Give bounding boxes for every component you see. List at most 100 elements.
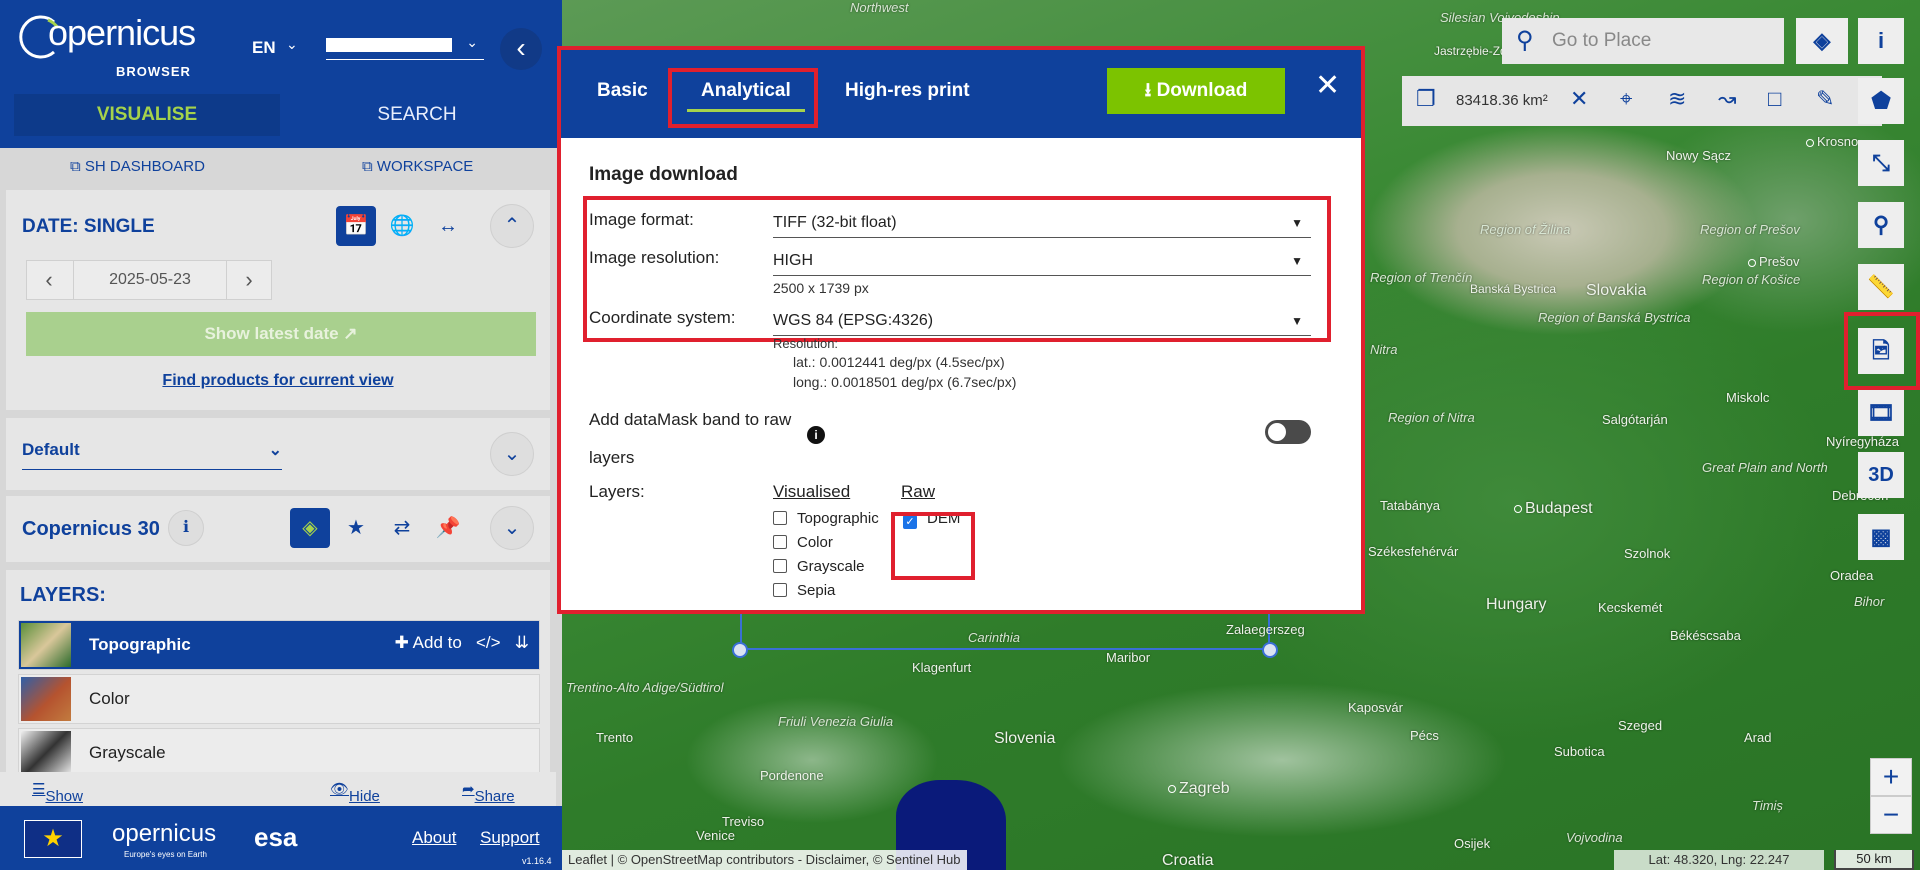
3d-view-button[interactable]: 3D — [1858, 452, 1904, 498]
collapse-panel-button[interactable]: ‹ — [500, 28, 542, 70]
date-range-icon[interactable]: ↔ — [428, 206, 468, 246]
left-sidebar: opernicus BROWSER EN ⌄ ⌄ ‹ VISUALISE SEA… — [0, 0, 562, 870]
map-label: Oradea — [1830, 568, 1874, 583]
download-button[interactable]: ⭳ Download — [1107, 68, 1285, 114]
workspace-link[interactable]: ⧉ WORKSPACE — [362, 158, 473, 175]
add-to-button[interactable]: ✚ Add to — [395, 633, 462, 652]
elevation-profile-icon[interactable]: ≋ — [1668, 86, 1686, 112]
image-format-select[interactable]: TIFF (32-bit float) ▼ — [773, 210, 1311, 238]
dropdown-arrow-icon: ▼ — [1291, 314, 1303, 328]
tab-high-res-print[interactable]: High-res print — [845, 80, 970, 102]
datamask-toggle[interactable] — [1265, 420, 1311, 444]
copernicus-footer-logo[interactable]: opernicus — [112, 820, 216, 848]
ruler-icon[interactable]: 📏 — [1858, 264, 1904, 310]
next-date-button[interactable]: › — [227, 261, 271, 299]
dashboard-links: ⧉ SH DASHBOARD ⧉ WORKSPACE — [0, 148, 562, 184]
map-label: Venice — [696, 828, 736, 843]
location-pin-icon[interactable]: ⚲ — [1858, 202, 1904, 248]
tab-basic[interactable]: Basic — [597, 80, 648, 102]
checkbox-icon — [773, 583, 787, 597]
visualised-layer-checkbox[interactable]: Color — [773, 534, 833, 551]
star-icon[interactable]: ★ — [336, 508, 376, 548]
single-date-icon[interactable]: 📅 — [336, 206, 376, 246]
find-products-link[interactable]: Find products for current view — [6, 372, 550, 390]
image-resolution-select[interactable]: HIGH ▼ — [773, 248, 1311, 276]
visualised-layer-checkbox[interactable]: Grayscale — [773, 558, 865, 575]
layer-item-topographic[interactable]: Topographic ✚ Add to </> ⇊ — [18, 620, 540, 670]
zoom-out-button[interactable]: − — [1870, 796, 1912, 834]
expand-collection-button[interactable]: ⌄ — [490, 506, 534, 550]
info-icon[interactable]: i — [807, 426, 825, 444]
show-effects-link[interactable]: ☰ Show effects and advanced options — [32, 780, 111, 870]
double-chevron-down-icon[interactable]: ⇊ — [515, 633, 529, 652]
go-to-place-search[interactable]: ⚲ Go to Place — [1502, 18, 1784, 64]
map-label: Zagreb — [1168, 780, 1230, 798]
crosshair-icon[interactable]: ⌖ — [1620, 86, 1632, 112]
compare-icon[interactable]: ⇄ — [382, 508, 422, 548]
map-label: Subotica — [1554, 744, 1605, 759]
map-label: Trento — [596, 730, 634, 745]
info-icon[interactable]: ℹ — [168, 510, 204, 546]
visualised-layer-checkbox[interactable]: Sepia — [773, 582, 835, 599]
layer-actions: ✚ Add to </> ⇊ — [395, 633, 529, 653]
coordinate-system-select[interactable]: WGS 84 (EPSG:4326) ▼ — [773, 308, 1311, 336]
map-label: Nitra — [1370, 342, 1398, 357]
previous-date-button[interactable]: ‹ — [27, 261, 71, 299]
date-mode-title: DATE: SINGLE — [22, 216, 155, 237]
share-label: Share — [474, 788, 515, 805]
long-resolution-text: long.: 0.0018501 deg/px (6.7sec/px) — [793, 374, 1017, 390]
logo-text: opernicus — [48, 12, 196, 53]
code-icon[interactable]: </> — [476, 633, 501, 652]
about-link[interactable]: About — [412, 828, 456, 848]
layers-icon[interactable]: ◈ — [290, 508, 330, 548]
show-latest-date-button[interactable]: Show latest date ↗ — [26, 312, 536, 356]
map-label: Northwest — [850, 0, 909, 15]
share-link[interactable]: ➦ Share — [462, 780, 515, 805]
selection-handle-right[interactable] — [1262, 642, 1278, 658]
rectangle-icon[interactable]: □ — [1768, 86, 1781, 112]
map-attribution[interactable]: Leaflet | © OpenStreetMap contributors -… — [562, 850, 967, 870]
collapse-date-button[interactable]: ⌃ — [490, 204, 534, 248]
map-label: Miskolc — [1726, 390, 1770, 405]
pin-icon[interactable]: 📌 — [428, 508, 468, 548]
esa-logo[interactable]: esa — [254, 822, 297, 853]
image-format-label: Image format: — [589, 210, 694, 229]
copy-icon[interactable]: ❐ — [1416, 86, 1436, 112]
eu-flag-icon: ★ — [24, 820, 82, 858]
sh-dashboard-link[interactable]: ⧉ SH DASHBOARD — [70, 158, 205, 175]
expand-theme-button[interactable]: ⌄ — [490, 432, 534, 476]
area-value: 83418.36 km² — [1456, 92, 1548, 109]
pencil-icon[interactable]: ✎ — [1816, 86, 1834, 112]
tab-search[interactable]: SEARCH — [284, 94, 550, 136]
theme-dropdown[interactable]: Default ⌄ — [22, 440, 282, 470]
layer-item-grayscale[interactable]: Grayscale — [18, 728, 540, 778]
support-link[interactable]: Support — [480, 828, 540, 848]
close-icon[interactable]: ✕ — [1315, 68, 1340, 103]
statistics-icon[interactable]: ↝ — [1718, 86, 1736, 112]
info-icon[interactable]: i — [1858, 18, 1904, 64]
zoom-in-button[interactable]: + — [1870, 758, 1912, 796]
image-download-dialog: Basic Analytical High-res print ⭳ Downlo… — [557, 46, 1365, 614]
map-label: Osijek — [1454, 836, 1491, 851]
line-measure-icon[interactable]: ⤡ — [1858, 140, 1904, 186]
layer-item-color[interactable]: Color — [18, 674, 540, 724]
tab-visualise[interactable]: VISUALISE — [14, 94, 280, 136]
date-picker: ‹ 2025-05-23 › — [26, 260, 272, 300]
histogram-icon[interactable]: ▩ — [1858, 514, 1904, 560]
layers-switch-icon[interactable]: ◈ — [1796, 18, 1848, 64]
checkbox-label: Color — [797, 534, 833, 551]
date-value[interactable]: 2025-05-23 — [73, 261, 227, 299]
theme-selector[interactable]: ⌄ — [326, 34, 484, 60]
image-resolution-label: Image resolution: — [589, 248, 720, 267]
polygon-icon[interactable]: ⬟ — [1858, 78, 1904, 124]
chevron-down-icon[interactable]: ⌄ — [286, 36, 298, 53]
selection-handle-left[interactable] — [732, 642, 748, 658]
language-selector[interactable]: EN — [252, 38, 276, 58]
globe-icon[interactable]: 🌐 — [382, 206, 422, 246]
coordinate-system-label: Coordinate system: — [589, 308, 736, 327]
timelapse-icon[interactable]: 🎞 — [1858, 390, 1904, 436]
visualised-layer-checkbox[interactable]: Topographic — [773, 510, 879, 527]
chevron-down-icon: ⌄ — [466, 34, 478, 50]
clear-aoi-icon[interactable]: ✕ — [1570, 86, 1588, 112]
hide-layer-link[interactable]: 👁 Hide layer — [330, 780, 382, 822]
